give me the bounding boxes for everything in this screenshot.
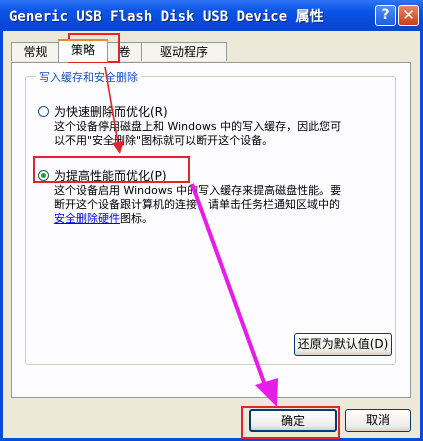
red-arrow-shaft (104, 66, 119, 144)
red-arrow-head (112, 141, 124, 154)
properties-dialog: Generic USB Flash Disk USB Device 属性 ? ✕… (0, 0, 423, 441)
tab-policies[interactable]: 策略 (58, 39, 108, 62)
annotation-arrows (104, 66, 278, 407)
magenta-arrow-head (255, 378, 278, 407)
magenta-arrow-shaft (190, 183, 268, 389)
